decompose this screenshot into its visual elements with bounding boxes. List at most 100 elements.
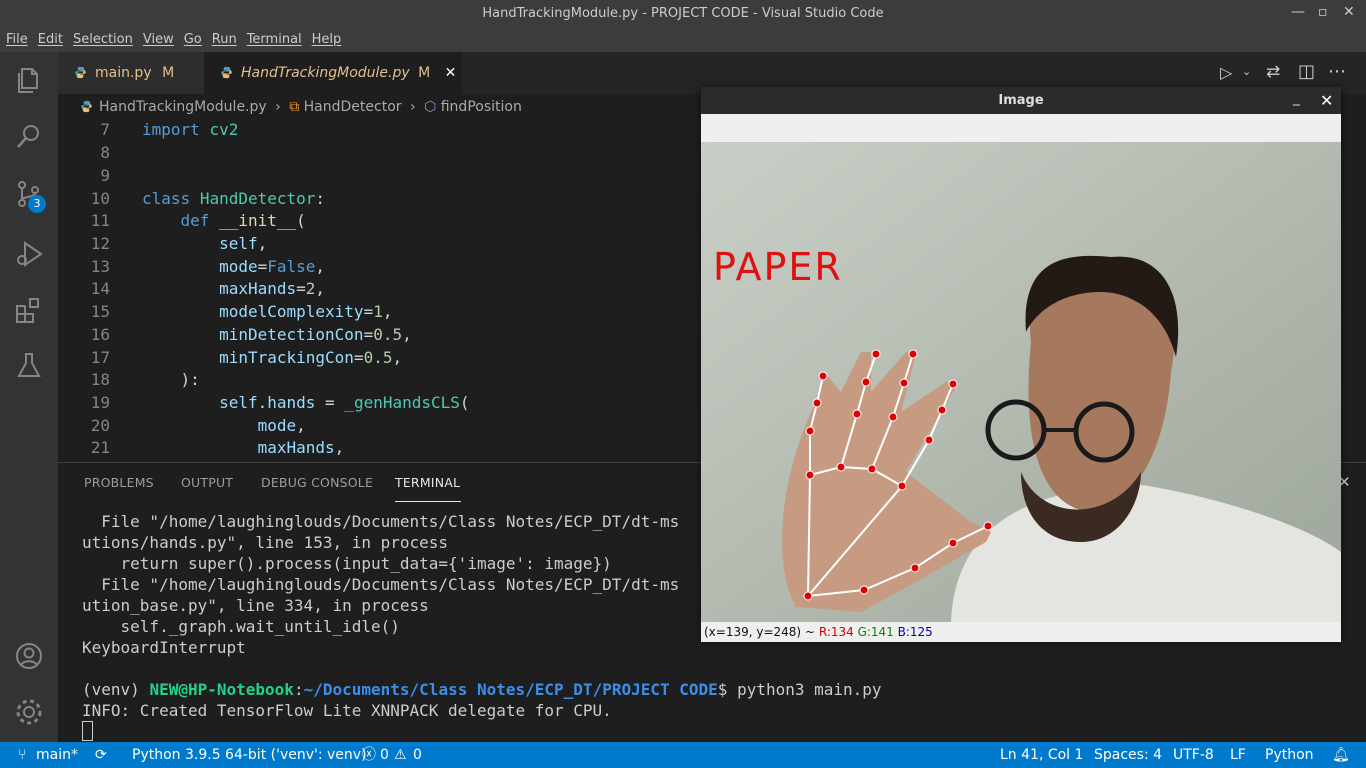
line-number: 18	[90, 370, 110, 389]
extensions-icon[interactable]	[13, 294, 45, 326]
code-line: modelComplexity=1,	[142, 302, 393, 321]
breadcrumb-method[interactable]: findPosition	[441, 99, 522, 115]
notifications-bell-icon[interactable]: 🔔︎	[1332, 742, 1350, 768]
image-window[interactable]: Image _ ✕ PAPER (x=139, y=248) ~ R:134 G…	[701, 87, 1341, 642]
breadcrumb-class[interactable]: HandDetector	[304, 99, 402, 115]
indentation[interactable]: Spaces: 4	[1094, 742, 1162, 768]
tab-main-py[interactable]: main.py M	[58, 52, 204, 94]
code-line: class HandDetector:	[142, 189, 326, 208]
run-debug-icon[interactable]	[13, 238, 45, 270]
sync-icon[interactable]: ⟳	[95, 742, 107, 768]
tab-handtrackingmodule-py[interactable]: HandTrackingModule.py M ✕	[204, 52, 462, 94]
tab-label: HandTrackingModule.py	[241, 65, 410, 81]
line-number: 21	[90, 438, 110, 457]
error-count[interactable]: 0	[380, 742, 389, 768]
tab-output[interactable]: OUTPUT	[181, 475, 233, 490]
code-line: mode,	[142, 416, 306, 435]
code-line: maxHands,	[142, 438, 345, 457]
code-line: self.hands = _genHandsCLS(	[142, 393, 470, 412]
menu-help[interactable]: Help	[312, 28, 342, 52]
gesture-label: PAPER	[713, 245, 843, 289]
tab-problems[interactable]: PROBLEMS	[84, 475, 154, 490]
breadcrumb-file[interactable]: HandTrackingModule.py	[99, 99, 267, 115]
compare-changes-icon[interactable]: ⇄	[1266, 62, 1280, 82]
tab-label: main.py	[95, 65, 152, 81]
python-file-icon	[221, 66, 232, 79]
pixel-blue: B:125	[897, 625, 933, 639]
image-close-icon[interactable]: ✕	[1320, 91, 1333, 110]
terminal-line: INFO: Created TensorFlow Lite XNNPACK de…	[82, 701, 612, 720]
code-line: import cv2	[142, 120, 239, 139]
close-window-icon[interactable]: ✕	[1343, 4, 1355, 20]
scm-badge: 3	[28, 195, 46, 213]
class-symbol-icon: ⧉	[289, 99, 300, 115]
python-file-icon	[81, 100, 92, 113]
python-file-icon	[75, 66, 86, 79]
line-number: 20	[90, 416, 110, 435]
code-line: ):	[142, 370, 200, 389]
line-number: 9	[100, 166, 110, 185]
activity-bar: 3	[0, 52, 58, 742]
menu-run[interactable]: Run	[212, 28, 237, 52]
code-line: self,	[142, 234, 268, 253]
line-number: 7	[100, 120, 110, 139]
tab-modified-badge: M	[162, 65, 175, 81]
cursor-position[interactable]: Ln 41, Col 1	[1000, 742, 1083, 768]
menu-file[interactable]: File	[6, 28, 28, 52]
menu-edit[interactable]: Edit	[38, 28, 63, 52]
code-editor[interactable]: 7 8 9 10 11 12 13 14 15 16 17 18 19 20 2…	[58, 120, 700, 462]
line-number: 10	[90, 189, 110, 208]
code-line: minTrackingCon=0.5,	[142, 348, 403, 367]
tab-debug-console[interactable]: DEBUG CONSOLE	[261, 475, 373, 490]
language-mode[interactable]: Python	[1265, 742, 1314, 768]
code-line: maxHands=2,	[142, 279, 326, 298]
search-icon[interactable]	[13, 120, 45, 152]
tab-terminal[interactable]: TERMINAL	[395, 475, 460, 490]
line-number: 8	[100, 143, 110, 162]
warning-count[interactable]: 0	[413, 742, 422, 768]
maximize-icon[interactable]: ▫	[1318, 4, 1328, 20]
method-symbol-icon: ⬡	[424, 99, 437, 115]
warning-icon[interactable]: ⚠	[394, 742, 407, 768]
line-number: 15	[90, 302, 110, 321]
menu-selection[interactable]: Selection	[73, 28, 133, 52]
run-icon[interactable]: ▷	[1220, 63, 1232, 82]
testing-icon[interactable]	[13, 350, 45, 382]
minimize-icon[interactable]: —	[1291, 4, 1305, 20]
pixel-green: G:141	[857, 625, 894, 639]
close-tab-icon[interactable]: ✕	[445, 65, 457, 81]
menu-go[interactable]: Go	[184, 28, 202, 52]
account-icon[interactable]	[13, 640, 45, 672]
line-ending[interactable]: LF	[1230, 742, 1246, 768]
breadcrumb: HandTrackingModule.py › ⧉ HandDetector ›…	[58, 94, 708, 120]
line-number: 16	[90, 325, 110, 344]
line-number: 19	[90, 393, 110, 412]
more-actions-icon[interactable]: ⋯	[1328, 61, 1346, 82]
line-number: 13	[90, 257, 110, 276]
status-bar: ⑂ main* ⟳ Python 3.9.5 64-bit ('venv': v…	[0, 742, 1366, 768]
menu-terminal[interactable]: Terminal	[247, 28, 302, 52]
git-branch[interactable]: main*	[36, 742, 78, 768]
image-window-title: Image	[701, 87, 1341, 114]
image-minimize-icon[interactable]: _	[1293, 90, 1300, 106]
code-line: mode=False,	[142, 257, 326, 276]
title-bar: HandTrackingModule.py - PROJECT CODE - V…	[0, 0, 1366, 28]
run-dropdown-icon[interactable]: ⌄	[1242, 65, 1251, 78]
split-editor-icon[interactable]: ◫	[1298, 61, 1315, 82]
encoding[interactable]: UTF-8	[1173, 742, 1214, 768]
error-icon[interactable]: ⓧ	[362, 742, 376, 768]
line-number: 12	[90, 234, 110, 253]
menu-bar: File Edit Selection View Go Run Terminal Help	[0, 28, 1366, 52]
window-title: HandTrackingModule.py - PROJECT CODE - V…	[482, 6, 884, 21]
pixel-coords: (x=139, y=248) ~	[704, 625, 815, 639]
python-interpreter[interactable]: Python 3.9.5 64-bit ('venv': venv)	[132, 742, 367, 768]
line-number: 11	[90, 211, 110, 230]
line-number: 14	[90, 279, 110, 298]
menu-view[interactable]: View	[143, 28, 174, 52]
explorer-icon[interactable]	[13, 64, 45, 96]
branch-icon[interactable]: ⑂	[18, 742, 26, 768]
terminal-prompt: (venv) NEW@HP-Notebook:~/Documents/Class…	[82, 680, 882, 699]
code-line: minDetectionCon=0.5,	[142, 325, 412, 344]
code-line: def __init__(	[180, 211, 306, 230]
settings-gear-icon[interactable]	[13, 696, 45, 728]
